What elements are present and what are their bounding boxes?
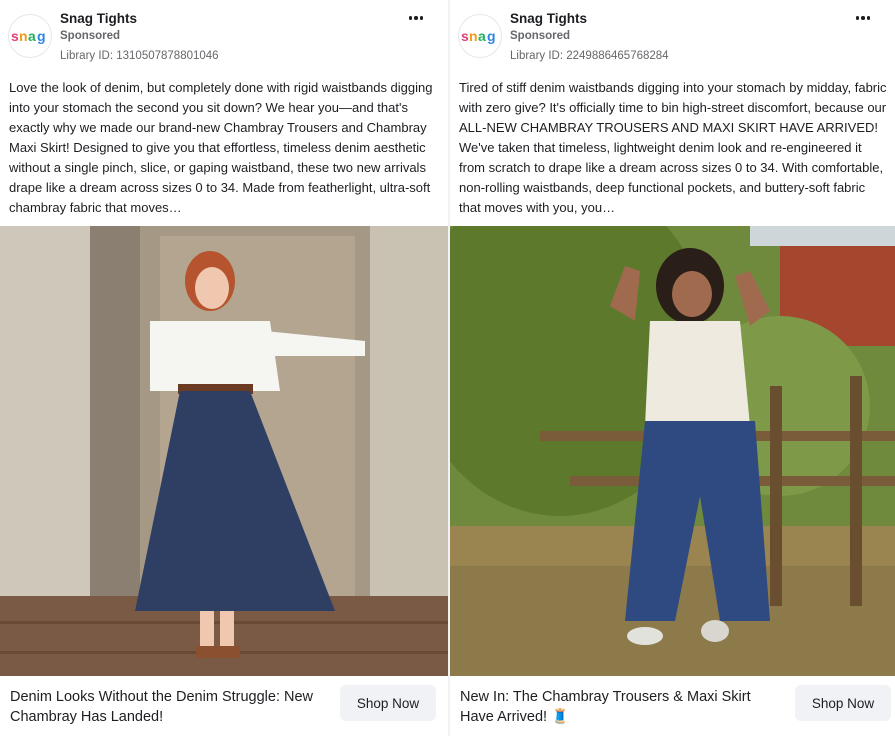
svg-text:n: n: [19, 28, 28, 44]
shop-now-button[interactable]: Shop Now: [795, 685, 891, 721]
svg-text:g: g: [37, 28, 46, 44]
svg-text:s: s: [461, 28, 469, 44]
ad-card-2: s n a g Snag Tights Sponsored Library ID…: [450, 0, 895, 736]
svg-text:a: a: [478, 28, 486, 44]
ad-body-text: Love the look of denim, but completely d…: [9, 80, 433, 215]
svg-text:a: a: [28, 28, 36, 44]
ad-body-text: Tired of stiff denim waistbands digging …: [459, 80, 887, 215]
ad-footer: Denim Looks Without the Denim Struggle: …: [0, 676, 448, 736]
sponsored-label: Sponsored: [60, 30, 121, 42]
advertiser-avatar[interactable]: s n a g: [458, 14, 502, 58]
sponsored-label: Sponsored: [510, 30, 571, 42]
ad-header: s n a g Snag Tights Sponsored Library ID…: [450, 0, 895, 70]
ad-headline: Denim Looks Without the Denim Struggle: …: [10, 689, 314, 725]
svg-text:n: n: [469, 28, 478, 44]
woman-chambray-trousers-photo: [450, 226, 895, 676]
more-options-icon[interactable]: [851, 8, 875, 28]
ad-image[interactable]: [450, 226, 895, 676]
ad-header: s n a g Snag Tights Sponsored Library ID…: [0, 0, 448, 70]
ad-headline: New In: The Chambray Trousers & Maxi Ski…: [460, 689, 751, 725]
svg-text:s: s: [11, 28, 19, 44]
snag-logo-icon: s n a g: [11, 28, 46, 44]
ad-image[interactable]: [0, 226, 448, 676]
library-id: Library ID: 2249886465768284: [510, 50, 669, 62]
advertiser-name[interactable]: Snag Tights: [60, 11, 137, 26]
library-id: Library ID: 1310507878801046: [60, 50, 219, 62]
advertiser-name[interactable]: Snag Tights: [510, 11, 587, 26]
woman-denim-skirt-photo: [0, 226, 448, 676]
advertiser-avatar[interactable]: s n a g: [8, 14, 52, 58]
shop-now-button[interactable]: Shop Now: [340, 685, 436, 721]
more-options-icon[interactable]: [404, 8, 428, 28]
svg-text:g: g: [487, 28, 496, 44]
snag-logo-icon: s n a g: [461, 28, 496, 44]
ad-footer: New In: The Chambray Trousers & Maxi Ski…: [450, 676, 895, 736]
ad-card-1: s n a g Snag Tights Sponsored Library ID…: [0, 0, 448, 736]
